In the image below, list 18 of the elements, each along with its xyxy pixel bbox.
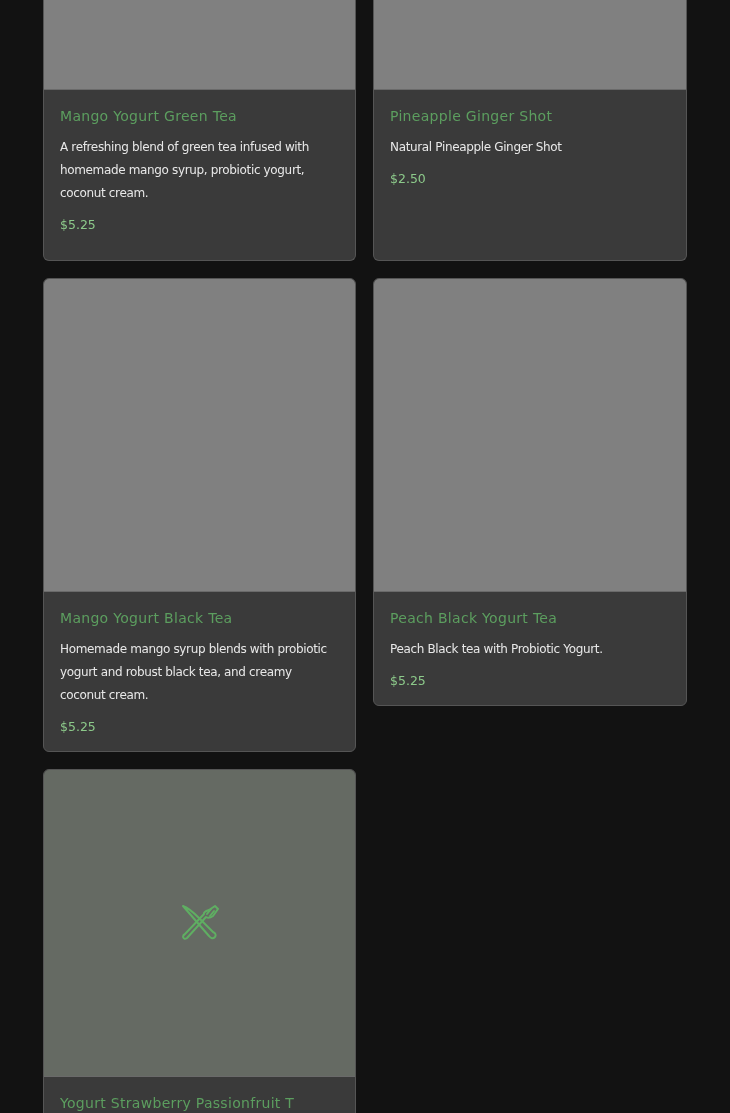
product-price: $5.25 xyxy=(60,718,97,736)
product-card[interactable]: Mango Yogurt Black Tea Homemade mango syrup blends with probiotic yogurt and robust black tea, and creamy coconut cream. $5.25 xyxy=(43,278,356,752)
product-name: Pineapple Ginger Shot xyxy=(390,107,554,126)
product-card[interactable]: Yogurt Strawberry Passionfruit T xyxy=(43,769,356,1113)
product-description: A refreshing blend of green tea infused with homemade mango syrup, probiotic yogurt, coconut cream. xyxy=(60,139,310,202)
product-description: Peach Black tea with Probiotic Yogurt. xyxy=(390,641,604,658)
product-name: Mango Yogurt Green Tea xyxy=(60,107,238,126)
product-description: Natural Pineapple Ginger Shot xyxy=(390,139,563,156)
product-name: Mango Yogurt Black Tea xyxy=(60,609,234,628)
product-name: Peach Black Yogurt Tea xyxy=(390,609,559,628)
product-price: $2.50 xyxy=(390,170,427,188)
product-card[interactable]: Mango Yogurt Green Tea A refreshing blend of green tea infused with homemade mango syrup, probiotic yogurt, coconut cream. $5.25 xyxy=(43,0,356,261)
product-name: Yogurt Strawberry Passionfruit T xyxy=(60,1094,296,1113)
product-price: $5.25 xyxy=(60,216,97,234)
product-description: Homemade mango syrup blends with probiotic yogurt and robust black tea, and creamy coconut cream. xyxy=(60,641,328,704)
product-card[interactable]: Peach Black Yogurt Tea Peach Black tea with Probiotic Yogurt. $5.25 xyxy=(373,278,687,706)
product-card[interactable]: Pineapple Ginger Shot Natural Pineapple Ginger Shot $2.50 xyxy=(373,0,687,261)
product-price: $5.25 xyxy=(390,672,427,690)
